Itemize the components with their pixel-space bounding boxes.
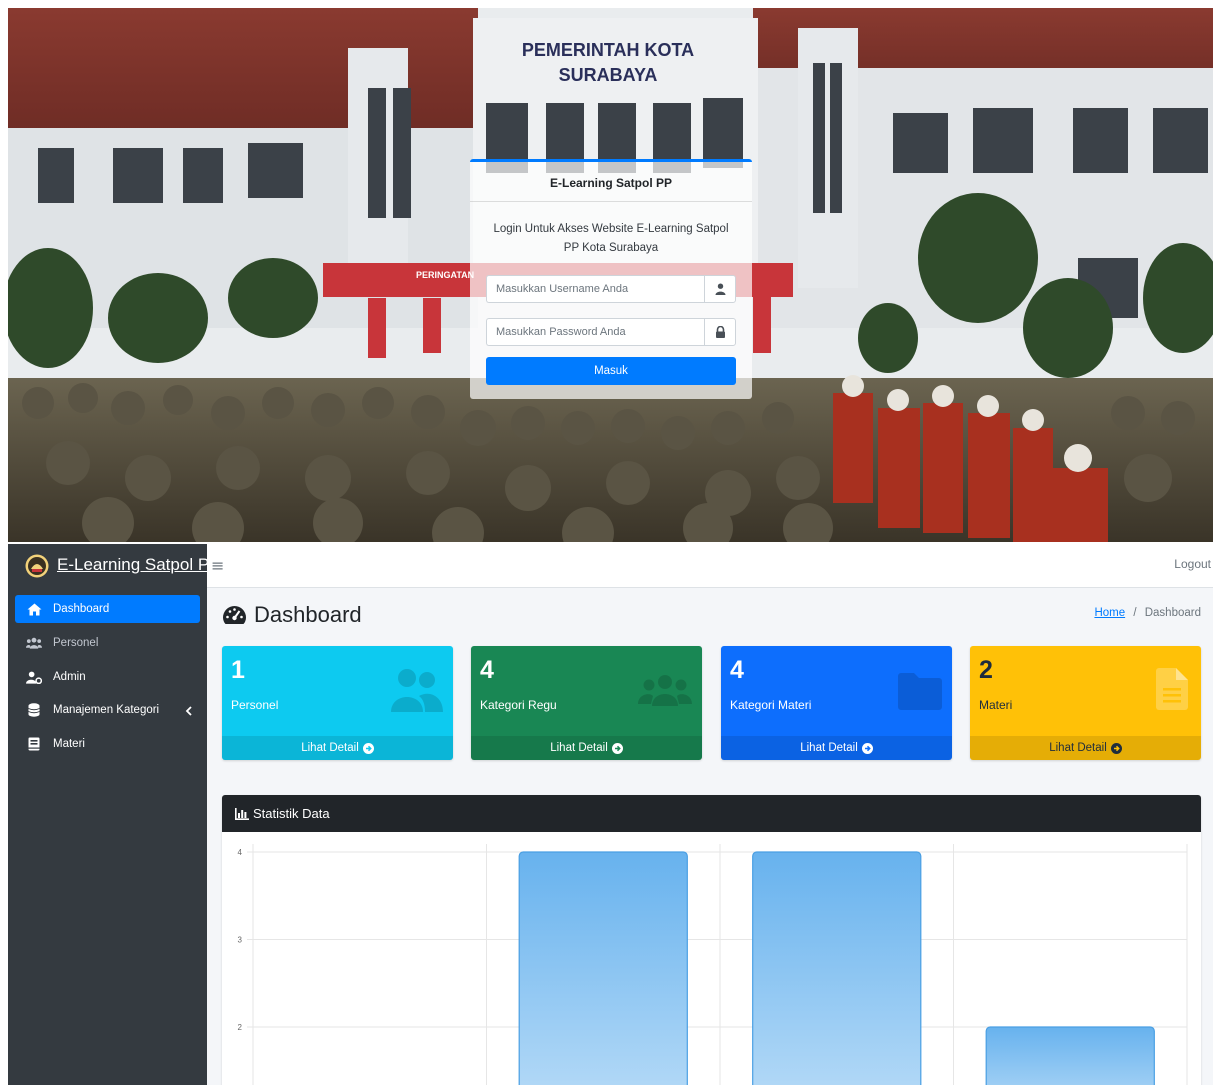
login-card-title: E-Learning Satpol PP	[549, 176, 672, 190]
sidebar-item-materi[interactable]: Materi	[15, 730, 200, 758]
stat-box-value: 2	[979, 656, 993, 684]
chart-y-tick-label: 3	[238, 936, 243, 945]
login-message: Login Untuk Akses Website E-Learning Sat…	[493, 223, 729, 254]
stat-box-label: Materi	[979, 698, 1013, 712]
stat-box-detail-link[interactable]: Lihat Detail	[970, 736, 1201, 760]
user-icon	[704, 275, 736, 303]
stat-box-personel: 1 Personel Lihat Detail	[222, 646, 453, 760]
tachometer-icon	[223, 606, 246, 624]
password-input[interactable]	[486, 318, 704, 346]
sidebar-item-label: Dashboard	[53, 603, 110, 615]
sidebar-item-label: Materi	[53, 738, 85, 750]
stat-box-materi: 2 Materi Lihat Detail	[970, 646, 1201, 760]
chevron-left-icon	[185, 703, 193, 721]
username-input[interactable]	[486, 275, 704, 303]
chart-bar-kategori-regu[interactable]	[518, 851, 688, 1085]
stat-box-value: 4	[730, 656, 744, 684]
dashboard-screenshot: E-Learning Satpol PP ≡ Logout Dashboard …	[8, 544, 1213, 1085]
sidebar-item-admin[interactable]: Admin	[15, 663, 200, 691]
login-screenshot: PEMERINTAH KOTA SURABAYA PERINGATAN E-Le…	[8, 8, 1213, 542]
stat-box-label: Kategori Materi	[730, 698, 812, 712]
page-title: Dashboard	[222, 602, 362, 628]
chart-bar-kategori-materi[interactable]	[752, 851, 922, 1085]
breadcrumb-home-link[interactable]: Home	[1094, 607, 1125, 619]
statistik-card: Statistik Data 4 3 2	[222, 795, 1201, 1085]
sidebar-item-personel[interactable]: Personel	[15, 629, 200, 657]
user-cog-icon	[26, 669, 42, 685]
file-icon	[1156, 668, 1191, 715]
stat-box-footer-label: Lihat Detail	[1049, 742, 1107, 754]
banner-text: PERINGATAN	[416, 270, 474, 280]
brand-logo-icon	[25, 554, 49, 578]
arrow-circle-right-icon	[1110, 742, 1122, 754]
hamburger-menu-icon[interactable]: ≡	[211, 556, 224, 575]
login-submit-button[interactable]: Masuk	[486, 357, 736, 385]
top-navbar: E-Learning Satpol PP ≡ Logout	[8, 544, 1213, 588]
stat-box-label: Kategori Regu	[480, 698, 557, 712]
chart-bar-materi[interactable]	[985, 1026, 1155, 1085]
breadcrumb: Home / Dashboard	[1094, 607, 1201, 619]
stat-box-footer-label: Lihat Detail	[301, 742, 359, 754]
chart-y-tick-label: 2	[238, 1023, 243, 1032]
sidebar-item-dashboard[interactable]: Dashboard	[15, 595, 200, 623]
sidebar-item-label: Manajemen Kategori	[53, 704, 160, 716]
building-sign-line1: PEMERINTAH KOTA	[522, 40, 694, 60]
folder-icon	[898, 668, 942, 715]
chart-bar-icon	[235, 807, 249, 820]
stat-box-footer-label: Lihat Detail	[550, 742, 608, 754]
statistik-bar-chart: 4 3 2	[238, 844, 1188, 1085]
sidebar: Dashboard Personel Admin Manajemen Kateg…	[8, 588, 207, 1085]
breadcrumb-separator: /	[1133, 607, 1137, 619]
page-title-text: Dashboard	[254, 602, 362, 627]
stat-box-footer-label: Lihat Detail	[800, 742, 858, 754]
home-icon	[26, 601, 42, 617]
chart-y-tick-label: 4	[238, 848, 243, 857]
arrow-circle-right-icon	[611, 742, 623, 754]
stat-box-value: 1	[231, 656, 245, 684]
brand-text: E-Learning Satpol PP	[57, 555, 207, 574]
breadcrumb-current: Dashboard	[1144, 607, 1201, 619]
lock-icon	[704, 318, 736, 346]
stat-box-value: 4	[480, 656, 494, 684]
users-icon	[26, 635, 42, 651]
login-card-divider	[470, 201, 752, 202]
database-icon	[26, 702, 42, 718]
login-card: E-Learning Satpol PP Login Untuk Akses W…	[470, 159, 752, 399]
logout-link[interactable]: Logout	[1174, 557, 1211, 571]
brand-link[interactable]: E-Learning Satpol PP	[8, 544, 207, 588]
statistik-card-title: Statistik Data	[253, 806, 330, 821]
sidebar-item-label: Admin	[53, 671, 86, 683]
users-group-icon	[638, 668, 692, 713]
arrow-circle-right-icon	[861, 742, 873, 754]
password-input-group	[486, 318, 736, 346]
book-icon	[26, 736, 42, 752]
sidebar-item-manajemen-kategori[interactable]: Manajemen Kategori	[15, 696, 200, 724]
building-sign-line2: SURABAYA	[559, 65, 658, 85]
sidebar-item-label: Personel	[53, 637, 99, 649]
user-friends-icon	[389, 668, 443, 717]
stat-box-label: Personel	[231, 698, 279, 712]
stat-box-kategori-regu: 4 Kategori Regu Lihat Detail	[471, 646, 702, 760]
stat-box-detail-link[interactable]: Lihat Detail	[471, 736, 702, 760]
username-input-group	[486, 275, 736, 303]
stat-box-detail-link[interactable]: Lihat Detail	[721, 736, 952, 760]
stat-box-kategori-materi: 4 Kategori Materi Lihat Detail	[721, 646, 952, 760]
statistik-card-header: Statistik Data	[222, 795, 1201, 832]
stat-box-detail-link[interactable]: Lihat Detail	[222, 736, 453, 760]
arrow-circle-right-icon	[362, 742, 374, 754]
